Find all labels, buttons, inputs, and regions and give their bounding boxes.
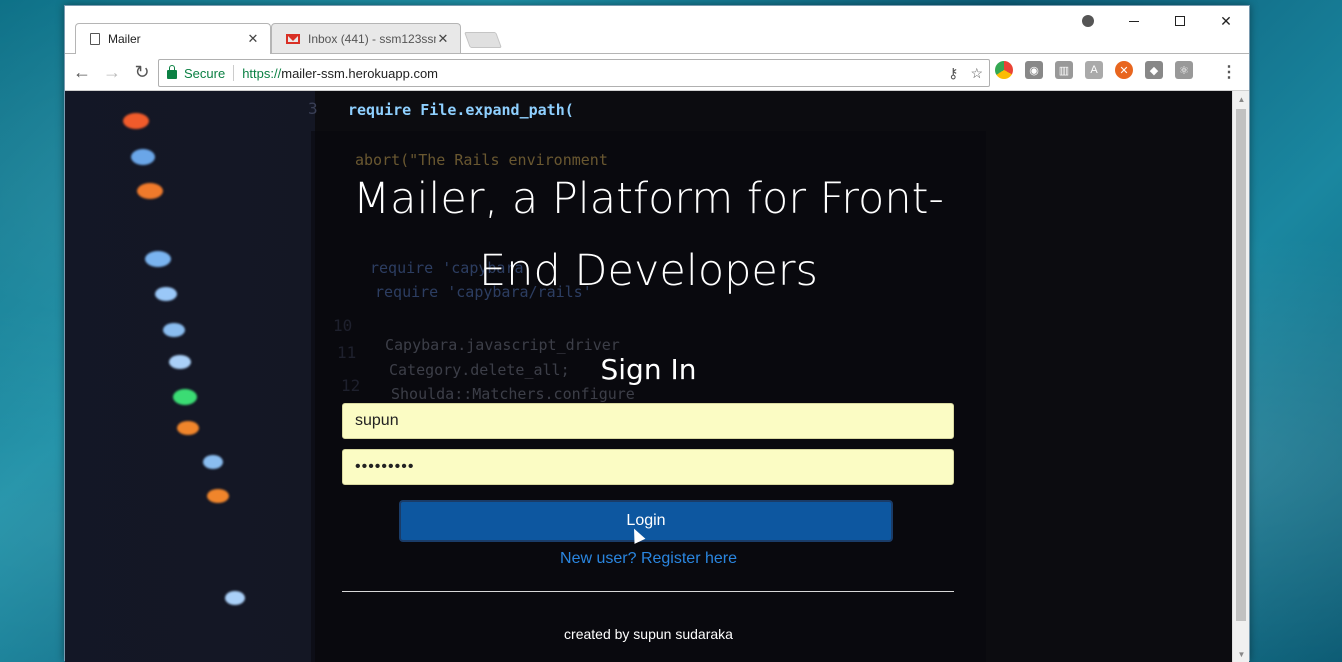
username-input[interactable]: supun: [342, 403, 954, 439]
code-snippet: require File.expand_path(: [348, 101, 574, 119]
decorative-dot: [131, 149, 155, 165]
angular-icon[interactable]: A: [1085, 61, 1103, 79]
page-title-line: Mailer, a Platform for Front-: [353, 174, 944, 224]
forward-icon[interactable]: →: [99, 59, 125, 85]
decorative-dot: [163, 323, 185, 337]
scroll-thumb[interactable]: [1236, 109, 1246, 621]
separator: [233, 65, 235, 81]
back-icon[interactable]: ←: [69, 59, 95, 85]
divider: [342, 591, 954, 592]
close-window-button[interactable]: ✕: [1203, 6, 1249, 36]
close-icon[interactable]: ✕: [246, 31, 260, 47]
browser-window: Mailer ✕ Inbox (441) - ssm123ssm ✕ ✕ ← →…: [64, 5, 1250, 662]
window-controls: ✕: [1065, 6, 1249, 36]
decorative-dot: [173, 389, 197, 405]
minimize-button[interactable]: [1111, 6, 1157, 36]
key-icon[interactable]: ⚷: [948, 65, 958, 82]
password-input[interactable]: •••••••••: [342, 449, 954, 485]
scroll-down-icon[interactable]: ▼: [1233, 646, 1250, 662]
page-viewport: 3 10 11 12 13 require File.expand_path( …: [65, 91, 1233, 662]
tab-title: Mailer: [108, 32, 141, 46]
tab-inbox[interactable]: Inbox (441) - ssm123ssm ✕: [271, 23, 461, 54]
url-scheme: https://: [242, 65, 282, 81]
footer-credit: created by supun sudaraka: [564, 626, 733, 642]
decorative-dot: [169, 355, 191, 369]
lock-icon: [167, 64, 177, 79]
url-host: mailer-ssm.herokuapp.com: [281, 65, 439, 81]
vertical-scrollbar[interactable]: ▲ ▼: [1232, 91, 1249, 662]
ruler-icon[interactable]: ▥: [1055, 61, 1073, 79]
decorative-dot: [155, 287, 177, 301]
profile-icon[interactable]: [1065, 6, 1111, 36]
extensions-bar: ◉ ▥ A ✕ ◆ ⚛: [995, 61, 1193, 79]
reload-icon[interactable]: ↻: [129, 59, 155, 85]
react-icon[interactable]: ⚛: [1175, 61, 1193, 79]
camera-icon[interactable]: ◉: [1025, 61, 1043, 79]
page-title: Mailer, a Platform for Front- End Develo…: [311, 163, 986, 307]
close-icon[interactable]: ✕: [436, 31, 450, 47]
signin-heading: Sign In: [600, 353, 697, 386]
browser-toolbar: ← → ↻ Secure https:// mailer-ssm.herokua…: [65, 53, 1249, 91]
scroll-up-icon[interactable]: ▲: [1233, 91, 1250, 107]
login-button[interactable]: Login: [399, 500, 893, 542]
line-number: 3: [308, 99, 318, 118]
menu-icon[interactable]: ⋮: [1221, 62, 1237, 82]
secure-indicator[interactable]: Secure: [167, 64, 226, 81]
block-icon[interactable]: ✕: [1115, 61, 1133, 79]
decorative-dot: [207, 489, 229, 503]
decorative-dot: [225, 591, 245, 605]
secure-label: Secure: [184, 65, 226, 81]
decorative-dot: [123, 113, 149, 129]
maximize-button[interactable]: [1157, 6, 1203, 36]
new-tab-button[interactable]: [464, 32, 502, 48]
cube-icon[interactable]: ◆: [1145, 61, 1163, 79]
page-title-line: End Developers: [479, 246, 818, 296]
address-bar[interactable]: Secure https:// mailer-ssm.herokuapp.com…: [158, 59, 990, 87]
tab-strip: Mailer ✕ Inbox (441) - ssm123ssm ✕ ✕: [65, 6, 1249, 54]
tab-title: Inbox (441) - ssm123ssm: [308, 32, 436, 46]
decorative-dot: [177, 421, 199, 435]
file-tree-panel: [65, 91, 315, 662]
decorative-dot: [203, 455, 223, 469]
register-link[interactable]: New user? Register here: [311, 550, 986, 568]
chrome-extension-icon[interactable]: [995, 61, 1013, 79]
page-icon: [90, 33, 100, 45]
tab-mailer[interactable]: Mailer ✕: [75, 23, 271, 54]
star-icon[interactable]: ☆: [970, 65, 983, 82]
decorative-dot: [137, 183, 163, 199]
gmail-icon: [286, 34, 300, 44]
decorative-dot: [145, 251, 171, 267]
